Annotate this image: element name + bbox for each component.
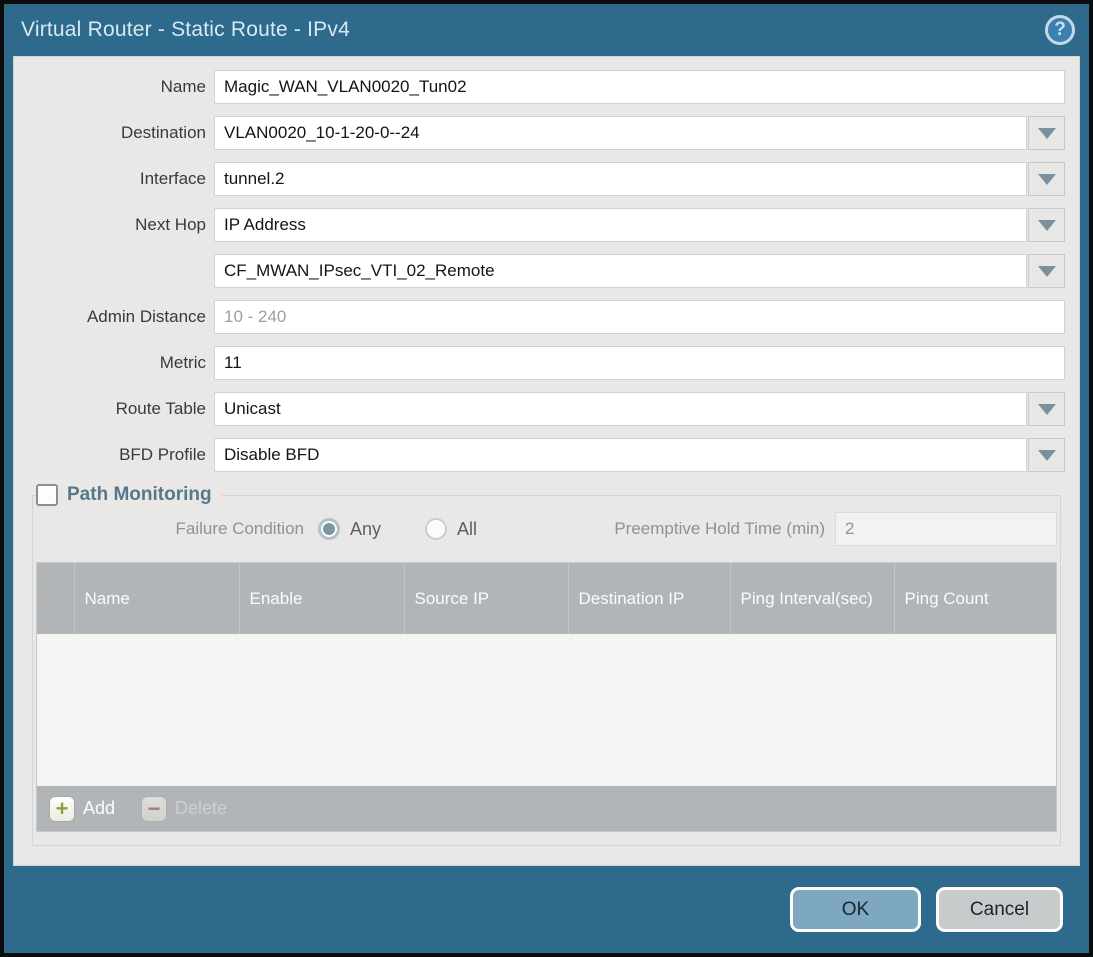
admin-distance-row: Admin Distance xyxy=(28,300,1065,334)
destination-dropdown-button[interactable] xyxy=(1028,116,1065,150)
route-table-row: Route Table xyxy=(28,392,1065,426)
path-monitoring-legend: Path Monitoring xyxy=(36,484,222,506)
column-header-ping-count[interactable]: Ping Count xyxy=(894,563,1056,634)
ok-button[interactable]: OK xyxy=(790,887,921,932)
next-hop-address-row xyxy=(28,254,1065,288)
column-header-destination-ip[interactable]: Destination IP xyxy=(568,563,730,634)
dialog-footer: OK Cancel xyxy=(4,866,1089,953)
failure-condition-any-option[interactable]: Any xyxy=(318,518,381,540)
cancel-button[interactable]: Cancel xyxy=(936,887,1063,932)
delete-button[interactable]: − Delete xyxy=(141,796,227,822)
next-hop-dropdown-button[interactable] xyxy=(1028,208,1065,242)
next-hop-type-input[interactable] xyxy=(214,208,1027,242)
path-monitoring-checkbox[interactable] xyxy=(36,484,58,506)
radio-any-label: Any xyxy=(350,519,381,540)
admin-distance-label: Admin Distance xyxy=(28,307,206,327)
name-row: Name xyxy=(28,70,1065,104)
route-table-dropdown-button[interactable] xyxy=(1028,392,1065,426)
metric-row: Metric xyxy=(28,346,1065,380)
preemptive-hold-time-group: Preemptive Hold Time (min) xyxy=(614,512,1057,546)
select-all-checkbox[interactable] xyxy=(37,588,39,609)
table-header-row: Name Enable Source IP Destination IP Pin… xyxy=(37,563,1056,634)
destination-label: Destination xyxy=(28,123,206,143)
chevron-down-icon xyxy=(1038,174,1056,185)
next-hop-row: Next Hop xyxy=(28,208,1065,242)
column-header-ping-interval[interactable]: Ping Interval(sec) xyxy=(730,563,894,634)
failure-condition-all-option[interactable]: All xyxy=(425,518,477,540)
static-route-dialog: Virtual Router - Static Route - IPv4 ? N… xyxy=(0,0,1093,957)
add-button-label: Add xyxy=(83,798,115,819)
metric-label: Metric xyxy=(28,353,206,373)
bfd-profile-dropdown-button[interactable] xyxy=(1028,438,1065,472)
name-label: Name xyxy=(28,77,206,97)
failure-condition-row: Failure Condition Any All Preemptive Hol… xyxy=(36,512,1057,546)
add-icon: + xyxy=(49,796,75,822)
column-header-source-ip[interactable]: Source IP xyxy=(404,563,568,634)
chevron-down-icon xyxy=(1038,220,1056,231)
table-empty-body xyxy=(37,634,1056,786)
chevron-down-icon xyxy=(1038,404,1056,415)
interface-row: Interface xyxy=(28,162,1065,196)
destination-row: Destination xyxy=(28,116,1065,150)
metric-input[interactable] xyxy=(214,346,1065,380)
next-hop-address-input[interactable] xyxy=(214,254,1027,288)
radio-all-label: All xyxy=(457,519,477,540)
failure-condition-label: Failure Condition xyxy=(36,519,304,539)
route-table-label: Route Table xyxy=(28,399,206,419)
bfd-profile-row: BFD Profile xyxy=(28,438,1065,472)
dialog-titlebar: Virtual Router - Static Route - IPv4 ? xyxy=(4,4,1089,56)
name-input[interactable] xyxy=(214,70,1065,104)
table-toolbar: + Add − Delete xyxy=(37,786,1056,831)
interface-label: Interface xyxy=(28,169,206,189)
column-header-enable[interactable]: Enable xyxy=(239,563,404,634)
next-hop-label: Next Hop xyxy=(28,215,206,235)
destination-input[interactable] xyxy=(214,116,1027,150)
bfd-profile-input[interactable] xyxy=(214,438,1027,472)
help-icon[interactable]: ? xyxy=(1045,15,1075,45)
column-header-name[interactable]: Name xyxy=(74,563,239,634)
chevron-down-icon xyxy=(1038,266,1056,277)
bfd-profile-label: BFD Profile xyxy=(28,445,206,465)
delete-icon: − xyxy=(141,796,167,822)
interface-input[interactable] xyxy=(214,162,1027,196)
delete-button-label: Delete xyxy=(175,798,227,819)
radio-any-icon[interactable] xyxy=(318,518,340,540)
path-monitoring-title: Path Monitoring xyxy=(67,484,212,506)
preemptive-hold-time-label: Preemptive Hold Time (min) xyxy=(614,519,825,539)
interface-dropdown-button[interactable] xyxy=(1028,162,1065,196)
path-monitoring-table: Name Enable Source IP Destination IP Pin… xyxy=(36,562,1057,832)
chevron-down-icon xyxy=(1038,128,1056,139)
next-hop-address-dropdown-button[interactable] xyxy=(1028,254,1065,288)
radio-all-icon[interactable] xyxy=(425,518,447,540)
admin-distance-input[interactable] xyxy=(214,300,1065,334)
dialog-title: Virtual Router - Static Route - IPv4 xyxy=(21,18,350,42)
add-button[interactable]: + Add xyxy=(49,796,115,822)
dialog-content: Name Destination Interface xyxy=(13,56,1080,866)
select-all-header-cell xyxy=(37,563,74,634)
preemptive-hold-time-input[interactable] xyxy=(835,512,1057,546)
chevron-down-icon xyxy=(1038,450,1056,461)
path-monitoring-section: Path Monitoring Failure Condition Any Al… xyxy=(32,484,1061,846)
route-table-input[interactable] xyxy=(214,392,1027,426)
